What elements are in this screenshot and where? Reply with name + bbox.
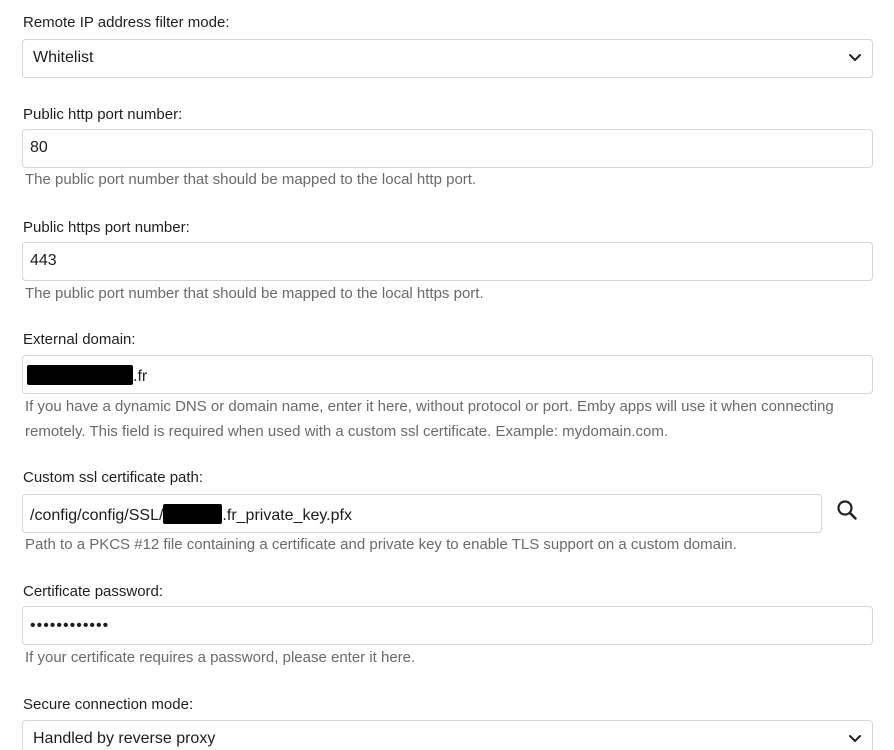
- https-port-help: The public port number that should be ma…: [25, 285, 484, 302]
- filter-mode-label: Remote IP address filter mode:: [23, 14, 230, 31]
- redacted-domain: [27, 365, 133, 385]
- chevron-down-icon: [849, 735, 861, 742]
- ssl-cert-path-value: /config/config/SSL/ .fr_private_key.pfx: [30, 504, 352, 525]
- https-port-label: Public https port number:: [23, 219, 190, 236]
- cert-password-help: If your certificate requires a password,…: [25, 649, 416, 666]
- ssl-cert-path-label: Custom ssl certificate path:: [23, 469, 204, 486]
- cert-password-value: ••••••••••••: [30, 617, 110, 634]
- ssl-cert-path-suffix: .fr_private_key.pfx: [222, 507, 352, 524]
- external-domain-help: If you have a dynamic DNS or domain name…: [25, 398, 834, 440]
- external-domain-value: .fr: [27, 365, 147, 386]
- external-domain-label: External domain:: [23, 331, 136, 348]
- filter-mode-select[interactable]: Whitelist: [22, 39, 873, 78]
- http-port-help: The public port number that should be ma…: [25, 171, 477, 188]
- http-port-input[interactable]: 80: [22, 129, 873, 168]
- https-port-input[interactable]: 443: [22, 242, 873, 281]
- https-port-value: 443: [30, 252, 57, 269]
- filter-mode-value: Whitelist: [33, 49, 94, 66]
- ssl-cert-path-help: Path to a PKCS #12 file containing a cer…: [25, 536, 737, 553]
- secure-mode-value: Handled by reverse proxy: [33, 730, 216, 747]
- external-domain-suffix: .fr: [133, 368, 148, 385]
- cert-password-label: Certificate password:: [23, 583, 164, 600]
- browse-button[interactable]: [830, 493, 864, 527]
- redacted-domain: [163, 504, 223, 524]
- http-port-label: Public http port number:: [23, 106, 183, 123]
- secure-mode-label: Secure connection mode:: [23, 696, 194, 713]
- external-domain-input[interactable]: .fr: [22, 355, 873, 394]
- chevron-down-icon: [849, 54, 861, 61]
- search-icon: [837, 500, 857, 520]
- cert-password-input[interactable]: ••••••••••••: [22, 606, 873, 645]
- http-port-value: 80: [30, 139, 48, 156]
- ssl-cert-path-input[interactable]: /config/config/SSL/ .fr_private_key.pfx: [22, 494, 822, 533]
- ssl-cert-path-prefix: /config/config/SSL/: [30, 507, 164, 524]
- secure-mode-select[interactable]: Handled by reverse proxy: [22, 720, 873, 750]
